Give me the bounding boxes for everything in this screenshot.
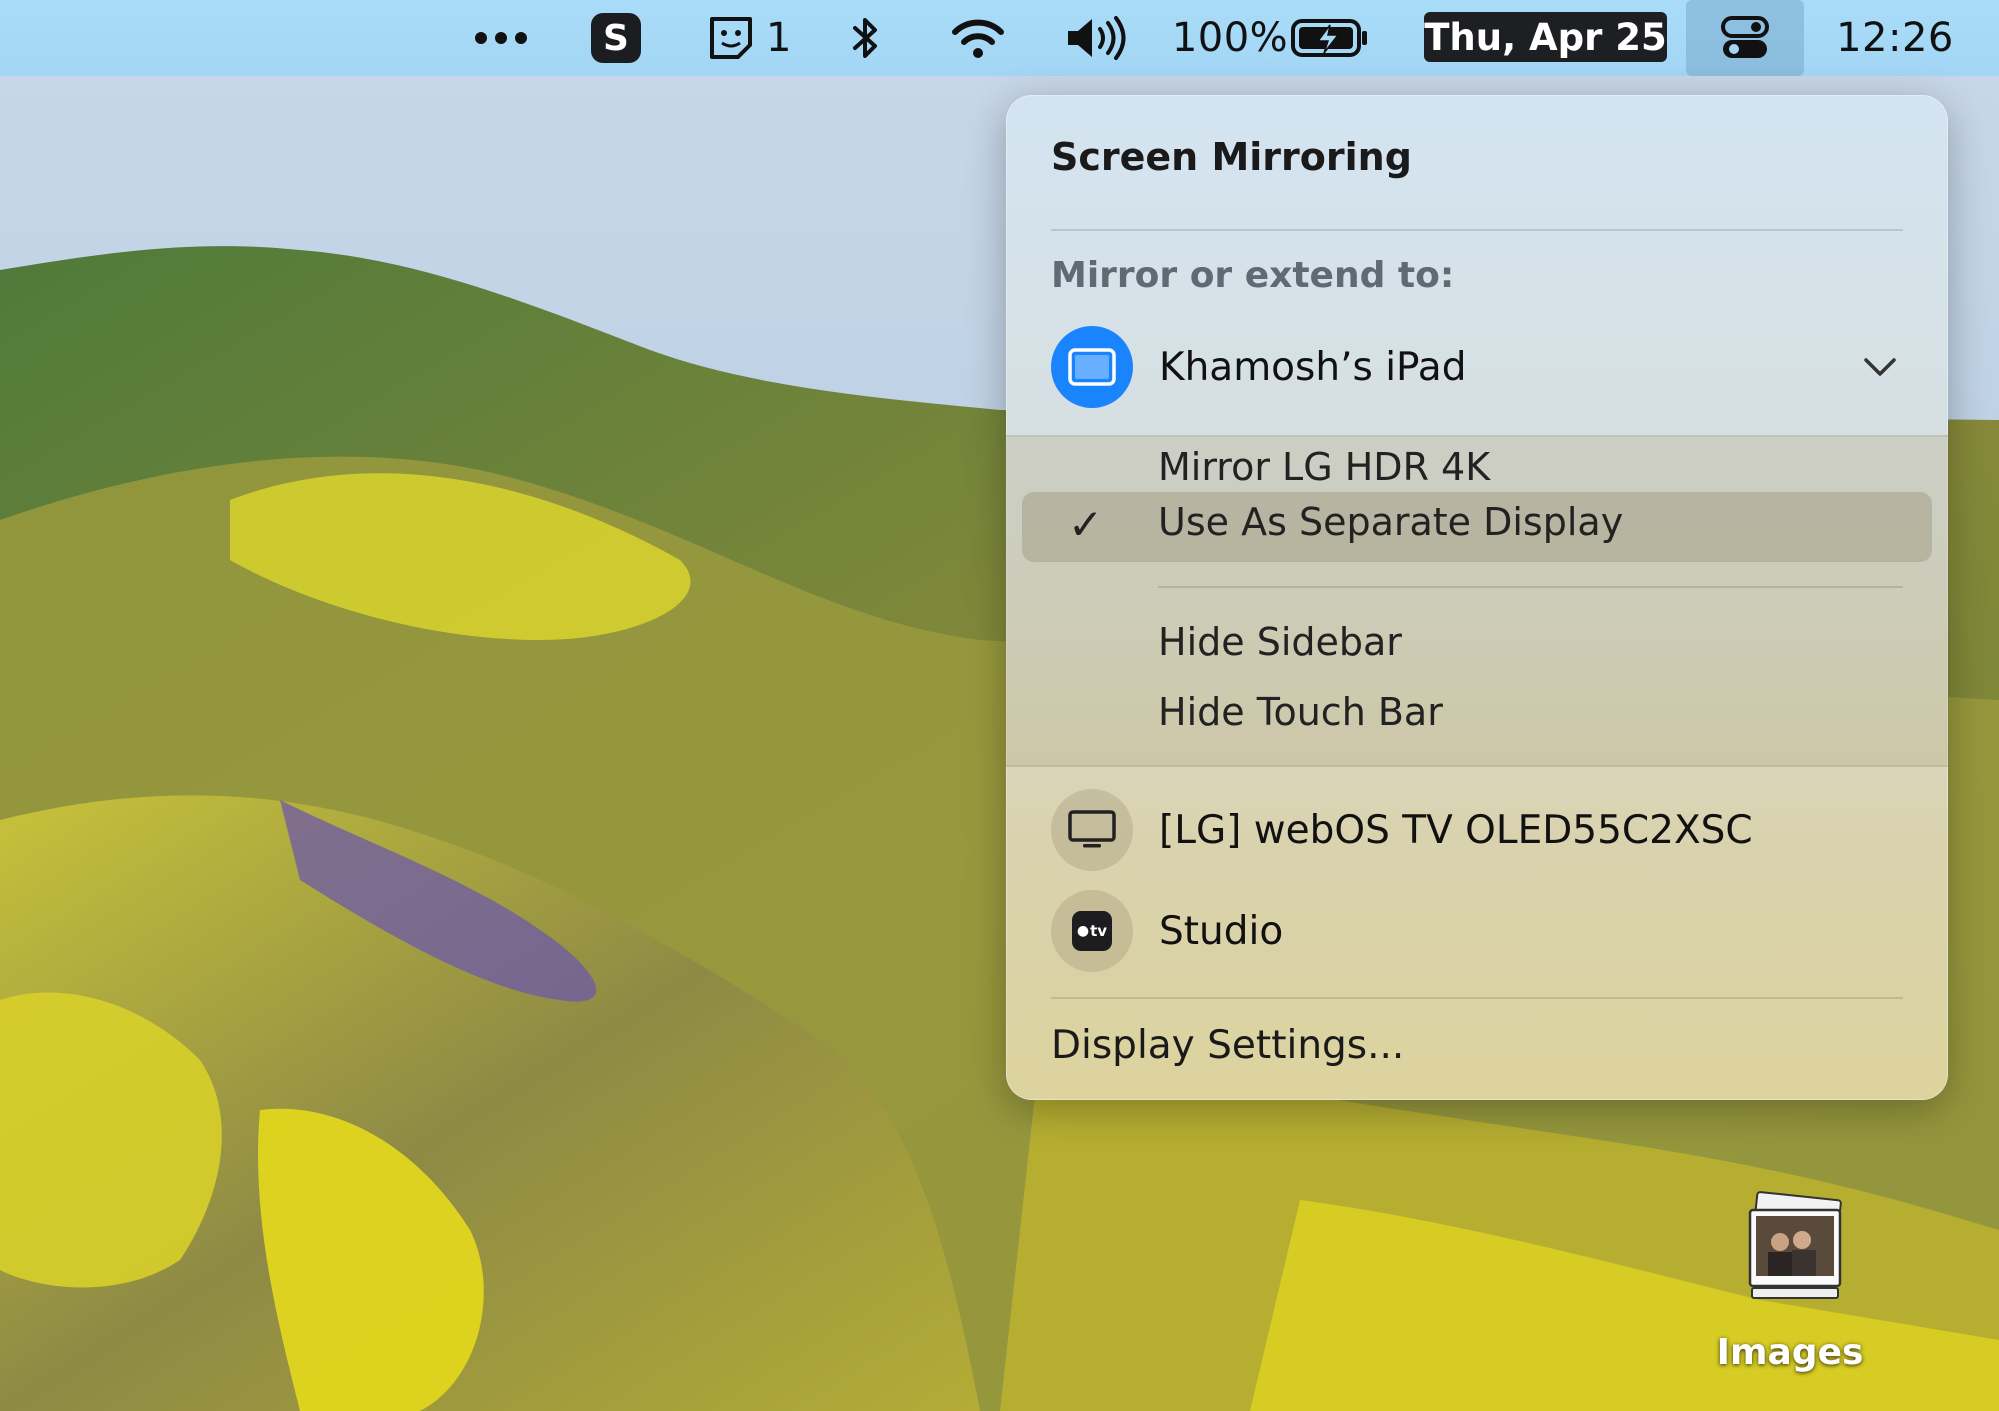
notes-count: 1 (766, 15, 792, 61)
menu-item-mirror-lg[interactable]: Mirror LG HDR 4K (1158, 445, 1490, 489)
tv-icon (1051, 789, 1133, 871)
control-center-icon (1721, 16, 1769, 58)
divider (1051, 997, 1903, 999)
apple-tv-icon: ● tv (1051, 890, 1133, 972)
battery-percent-text: 100% (1171, 15, 1289, 61)
device-label-lg-tv: [LG] webOS TV OLED55C2XSC (1159, 807, 1753, 853)
display-settings-link[interactable]: Display Settings... (1051, 1023, 1404, 1068)
skype-glyph: S (591, 13, 641, 63)
device-row-lg-tv[interactable]: [LG] webOS TV OLED55C2XSC (1051, 789, 1921, 871)
menu-item-hide-sidebar[interactable]: Hide Sidebar (1158, 620, 1402, 664)
skype-icon[interactable]: S (590, 0, 642, 76)
clock-text: 12:26 (1836, 15, 1954, 61)
apple-tv-glyph: ● tv (1072, 911, 1112, 951)
images-folder-icon[interactable] (1740, 1190, 1850, 1305)
ellipsis-icon[interactable] (466, 0, 536, 76)
date-badge[interactable]: Thu, Apr 25 (1424, 12, 1667, 62)
battery-percent[interactable]: 100% (1172, 0, 1288, 76)
apple-tv-glyph-text: tv (1090, 922, 1108, 940)
bluetooth-icon[interactable] (844, 0, 888, 76)
menu-item-separate-display[interactable]: Use As Separate Display (1158, 500, 1623, 544)
device-label-studio: Studio (1159, 908, 1284, 954)
screen-mirroring-panel: Screen Mirroring Mirror or extend to: Kh… (1006, 95, 1948, 1100)
menu-item-hide-touch-bar[interactable]: Hide Touch Bar (1158, 690, 1443, 734)
wifi-icon[interactable] (950, 0, 1006, 76)
divider (1051, 229, 1903, 231)
panel-title: Screen Mirroring (1051, 135, 1412, 179)
checkmark-icon: ✓ (1068, 500, 1104, 549)
ipad-icon (1051, 326, 1133, 408)
volume-icon[interactable] (1062, 0, 1132, 76)
device-row-studio[interactable]: ● tv Studio (1051, 890, 1921, 972)
section-label: Mirror or extend to: (1051, 255, 1455, 296)
chevron-down-icon[interactable] (1863, 357, 1897, 377)
desktop: S 1 100% Thu, Apr 25 12:26 Screen Mirror… (0, 0, 1999, 1411)
notes-status-item[interactable]: 1 (704, 0, 794, 76)
ipad-options-submenu: Mirror LG HDR 4K ✓ Use As Separate Displ… (1006, 435, 1948, 767)
control-center-button[interactable] (1686, 0, 1804, 76)
images-folder-label[interactable]: Images (1700, 1332, 1880, 1373)
device-row-ipad[interactable]: Khamosh’s iPad (1051, 326, 1921, 408)
clock[interactable]: 12:26 (1820, 0, 1970, 76)
submenu-divider (1158, 586, 1903, 588)
device-label-ipad: Khamosh’s iPad (1159, 344, 1467, 390)
sticky-note-icon (710, 17, 753, 59)
menu-bar: S 1 100% Thu, Apr 25 12:26 (0, 0, 1999, 76)
battery-charging-icon[interactable] (1290, 0, 1370, 76)
